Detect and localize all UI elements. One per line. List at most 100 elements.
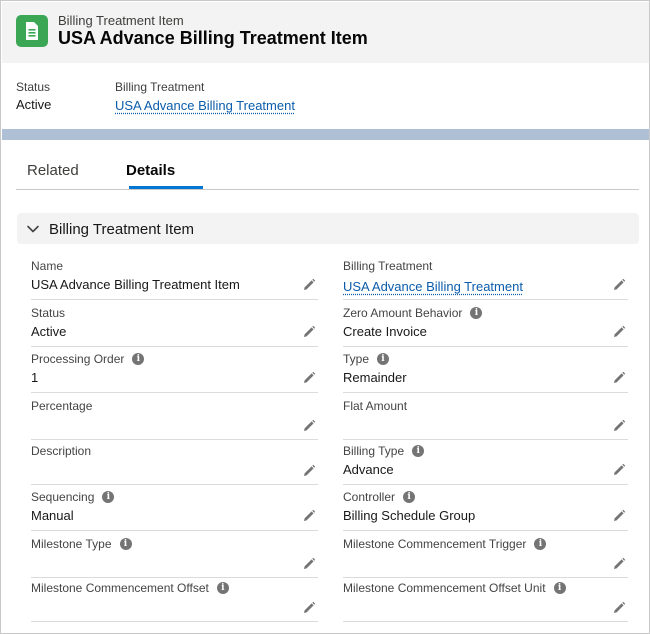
field-label-text: Name bbox=[31, 259, 64, 273]
field-label: Percentage bbox=[31, 399, 92, 413]
field-name: Name USA Advance Billing Treatment Item bbox=[31, 254, 318, 300]
field-milestone-type: Milestone Type i bbox=[31, 532, 318, 578]
billing-treatment-link[interactable]: USA Advance Billing Treatment bbox=[115, 98, 295, 113]
field-label-text: Description bbox=[31, 444, 92, 458]
field-label: Description bbox=[31, 444, 91, 458]
field-label: Milestone Type i bbox=[31, 537, 132, 551]
field-label-text: Sequencing bbox=[31, 490, 95, 504]
field-label-text: Billing Type bbox=[343, 444, 405, 458]
edit-pencil-icon[interactable] bbox=[302, 325, 316, 339]
field-label-text: Processing Order bbox=[31, 352, 125, 366]
field-controller: Controller i Billing Schedule Group bbox=[343, 485, 628, 531]
field-milestone-commencement-offset: Milestone Commencement Offset i bbox=[31, 576, 318, 622]
field-value: Manual bbox=[31, 508, 74, 523]
field-value: Billing Schedule Group bbox=[343, 508, 476, 523]
field-label-text: Controller bbox=[343, 490, 396, 504]
field-label-text: Milestone Commencement Offset bbox=[31, 581, 209, 595]
info-icon[interactable]: i bbox=[102, 491, 115, 503]
header-divider-band bbox=[2, 129, 649, 140]
info-icon[interactable]: i bbox=[470, 307, 483, 319]
edit-pencil-icon[interactable] bbox=[612, 371, 626, 385]
tab-related[interactable]: Related bbox=[27, 162, 79, 179]
field-processing-order: Processing Order i 1 bbox=[31, 347, 318, 393]
field-label: Billing Type i bbox=[343, 444, 425, 458]
info-icon[interactable]: i bbox=[119, 538, 132, 550]
field-label-text: Milestone Commencement Offset Unit bbox=[343, 581, 546, 595]
edit-pencil-icon[interactable] bbox=[612, 463, 626, 477]
field-label: Processing Order i bbox=[31, 352, 145, 366]
info-icon[interactable]: i bbox=[377, 353, 390, 365]
status-label: Status bbox=[16, 80, 51, 94]
field-label: Status bbox=[31, 306, 65, 320]
edit-pencil-icon[interactable] bbox=[612, 557, 626, 571]
record-header: Billing Treatment Item USA Advance Billi… bbox=[2, 2, 649, 63]
object-type-label: Billing Treatment Item bbox=[58, 13, 184, 28]
info-icon[interactable]: i bbox=[132, 353, 145, 365]
field-label-text: Milestone Commencement Trigger bbox=[343, 537, 527, 551]
edit-pencil-icon[interactable] bbox=[302, 557, 316, 571]
edit-pencil-icon[interactable] bbox=[612, 601, 626, 615]
field-label: Flat Amount bbox=[343, 399, 407, 413]
field-value: Advance bbox=[343, 462, 394, 477]
document-icon bbox=[16, 15, 48, 47]
field-label: Milestone Commencement Offset i bbox=[31, 581, 229, 595]
field-milestone-commencement-offset-unit: Milestone Commencement Offset Unit i bbox=[343, 576, 628, 622]
edit-pencil-icon[interactable] bbox=[612, 278, 626, 292]
edit-pencil-icon[interactable] bbox=[302, 509, 316, 523]
record-page: Billing Treatment Item USA Advance Billi… bbox=[0, 0, 650, 634]
field-label: Zero Amount Behavior i bbox=[343, 306, 483, 320]
edit-pencil-icon[interactable] bbox=[302, 464, 316, 478]
field-status: Status Active bbox=[31, 301, 318, 347]
field-label-text: Type bbox=[343, 352, 370, 366]
field-label: Controller i bbox=[343, 490, 416, 504]
field-value: Create Invoice bbox=[343, 324, 427, 339]
billing-treatment-label: Billing Treatment bbox=[115, 80, 205, 94]
field-percentage: Percentage bbox=[31, 394, 318, 440]
field-label: Type i bbox=[343, 352, 390, 366]
field-label: Name bbox=[31, 259, 63, 273]
active-tab-indicator bbox=[129, 186, 203, 189]
info-icon[interactable]: i bbox=[534, 538, 547, 550]
field-zero-amount-behavior: Zero Amount Behavior i Create Invoice bbox=[343, 301, 628, 347]
field-type: Type i Remainder bbox=[343, 347, 628, 393]
section-header-billing-treatment-item[interactable]: Billing Treatment Item bbox=[17, 213, 639, 244]
field-label: Milestone Commencement Offset Unit i bbox=[343, 581, 566, 595]
field-value-link[interactable]: USA Advance Billing Treatment bbox=[343, 279, 523, 294]
field-billing-type: Billing Type i Advance bbox=[343, 439, 628, 485]
status-value: Active bbox=[16, 97, 52, 112]
field-value: USA Advance Billing Treatment Item bbox=[31, 277, 240, 292]
field-label-text: Billing Treatment bbox=[343, 259, 433, 273]
edit-pencil-icon[interactable] bbox=[612, 325, 626, 339]
field-label-text: Flat Amount bbox=[343, 399, 408, 413]
field-milestone-commencement-trigger: Milestone Commencement Trigger i bbox=[343, 532, 628, 578]
edit-pencil-icon[interactable] bbox=[612, 509, 626, 523]
field-value: Remainder bbox=[343, 370, 407, 385]
section-title: Billing Treatment Item bbox=[49, 221, 195, 238]
field-value: Active bbox=[31, 324, 67, 339]
edit-pencil-icon[interactable] bbox=[302, 278, 316, 292]
field-flat-amount: Flat Amount bbox=[343, 394, 628, 440]
field-billing-treatment: Billing Treatment USA Advance Billing Tre… bbox=[343, 254, 628, 300]
info-icon[interactable]: i bbox=[216, 582, 229, 594]
edit-pencil-icon[interactable] bbox=[302, 419, 316, 433]
field-label: Billing Treatment bbox=[343, 259, 432, 273]
info-icon[interactable]: i bbox=[553, 582, 566, 594]
field-description: Description bbox=[31, 439, 318, 485]
edit-pencil-icon[interactable] bbox=[302, 371, 316, 385]
field-label-text: Milestone Type bbox=[31, 537, 112, 551]
field-label-text: Percentage bbox=[31, 399, 93, 413]
info-icon[interactable]: i bbox=[403, 491, 416, 503]
tab-bar: Related Details bbox=[16, 151, 639, 190]
highlights-panel: Status Active Billing Treatment USA Adva… bbox=[2, 63, 649, 129]
field-sequencing: Sequencing i Manual bbox=[31, 485, 318, 531]
field-label: Sequencing i bbox=[31, 490, 115, 504]
field-value: 1 bbox=[31, 370, 39, 385]
field-label: Milestone Commencement Trigger i bbox=[343, 537, 547, 551]
edit-pencil-icon[interactable] bbox=[302, 601, 316, 615]
field-label-text: Status bbox=[31, 306, 66, 320]
page-title: USA Advance Billing Treatment Item bbox=[58, 28, 368, 48]
info-icon[interactable]: i bbox=[412, 445, 425, 457]
tab-details[interactable]: Details bbox=[126, 162, 175, 179]
field-label-text: Zero Amount Behavior bbox=[343, 306, 463, 320]
edit-pencil-icon[interactable] bbox=[612, 419, 626, 433]
